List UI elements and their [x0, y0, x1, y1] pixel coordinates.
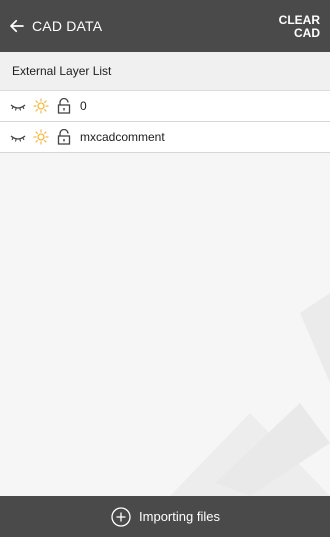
eye-closed-icon[interactable]	[10, 98, 26, 114]
layer-list-header: External Layer List	[0, 52, 330, 91]
layer-list-title: External Layer List	[12, 64, 112, 78]
import-files-button[interactable]: Importing files	[0, 496, 330, 537]
clear-cad-button[interactable]: CLEAR CAD	[262, 7, 320, 47]
import-files-label: Importing files	[139, 509, 220, 524]
background-watermark	[170, 293, 330, 496]
plus-circle-icon	[111, 506, 131, 527]
eye-closed-icon[interactable]	[10, 129, 26, 145]
sun-icon[interactable]	[33, 98, 49, 114]
sun-icon[interactable]	[33, 129, 49, 145]
top-app-bar: CAD DATA CLEAR CAD	[0, 0, 330, 52]
page-title: CAD DATA	[32, 18, 103, 34]
layer-name: 0	[80, 99, 87, 113]
layer-row[interactable]: mxcadcomment	[0, 122, 330, 153]
back-arrow-icon	[10, 19, 24, 33]
layer-name: mxcadcomment	[80, 130, 165, 144]
clear-cad-label-line2: CAD	[294, 26, 320, 40]
unlock-icon[interactable]	[56, 98, 72, 114]
layer-row[interactable]: 0	[0, 91, 330, 122]
back-button[interactable]: CAD DATA	[8, 12, 130, 40]
empty-canvas-area	[0, 153, 330, 496]
unlock-icon[interactable]	[56, 129, 72, 145]
